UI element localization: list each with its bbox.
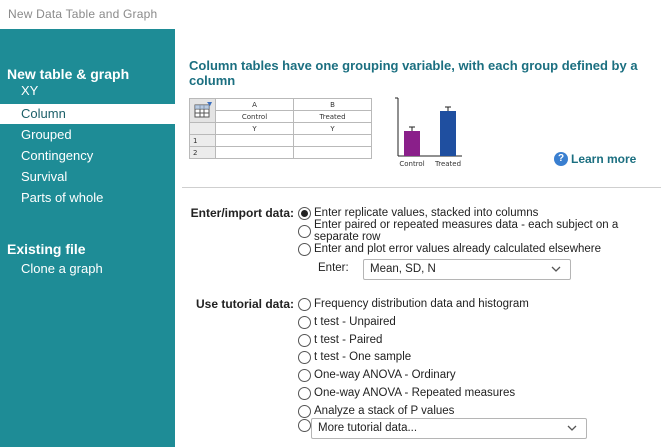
table-cell: [293, 134, 372, 147]
learn-more-link[interactable]: Learn more: [571, 152, 636, 166]
option-label: Enter paired or repeated measures data -…: [314, 219, 619, 243]
radio-tutorial-p-values[interactable]: Analyze a stack of P values: [298, 403, 454, 419]
subheader-corner: [189, 122, 216, 135]
col-name-control: Control: [215, 110, 294, 123]
new-table-heading: New table & graph: [7, 66, 130, 82]
option-label: One-way ANOVA - Ordinary: [314, 369, 456, 381]
chevron-down-icon: [551, 266, 561, 272]
x-tick-label-treated: Treated: [434, 160, 461, 168]
option-label: t test - Unpaired: [314, 316, 396, 328]
tutorial-label: Use tutorial data:: [195, 297, 294, 311]
option-label: t test - Paired: [314, 334, 383, 346]
enter-format-value: Mean, SD, N: [370, 263, 436, 275]
enter-label: Enter:: [318, 262, 349, 274]
enter-import-label: Enter/import data:: [190, 206, 294, 220]
radio-button[interactable]: [298, 297, 311, 311]
subheader-y-b: Y: [293, 122, 372, 135]
radio-button[interactable]: [298, 206, 311, 220]
col-letter-a: A: [215, 98, 294, 111]
sidebar-item-clone-a-graph[interactable]: Clone a graph: [0, 259, 175, 279]
radio-tutorial-ttest-one-sample[interactable]: t test - One sample: [298, 349, 411, 365]
sidebar-item-contingency[interactable]: Contingency: [0, 146, 175, 166]
radio-enter-paired[interactable]: Enter paired or repeated measures data -…: [298, 219, 664, 243]
radio-button[interactable]: [298, 386, 311, 400]
radio-button[interactable]: [298, 242, 311, 256]
more-tutorial-select[interactable]: More tutorial data...: [311, 418, 587, 439]
preview-table: A B Control Treated Y Y 1 2: [189, 98, 372, 159]
radio-enter-error-values[interactable]: Enter and plot error values already calc…: [298, 241, 601, 257]
sidebar-item-xy[interactable]: XY: [0, 81, 175, 101]
bar-control: [404, 131, 420, 156]
col-letter-b: B: [293, 98, 372, 111]
table-corner: [189, 98, 216, 123]
col-name-treated: Treated: [293, 110, 372, 123]
radio-button[interactable]: [298, 418, 311, 432]
option-label: Frequency distribution data and histogra…: [314, 298, 529, 310]
radio-tutorial-anova-ordinary[interactable]: One-way ANOVA - Ordinary: [298, 367, 456, 383]
sidebar-item-survival[interactable]: Survival: [0, 167, 175, 187]
x-tick-label-control: Control: [399, 160, 424, 168]
sidebar: New table & graph XY Column Grouped Cont…: [0, 29, 175, 447]
mini-column-chart: Control Treated: [395, 97, 462, 168]
radio-button[interactable]: [298, 368, 311, 382]
option-label: One-way ANOVA - Repeated measures: [314, 387, 516, 399]
table-cell: [215, 146, 294, 159]
radio-button[interactable]: [298, 404, 311, 418]
radio-button[interactable]: [298, 315, 311, 329]
help-icon[interactable]: ?: [554, 152, 568, 166]
sidebar-item-grouped[interactable]: Grouped: [0, 125, 175, 145]
radio-tutorial-frequency[interactable]: Frequency distribution data and histogra…: [298, 296, 529, 312]
enter-format-select[interactable]: Mean, SD, N: [363, 259, 571, 280]
option-label: Analyze a stack of P values: [314, 405, 455, 417]
table-cell: [215, 134, 294, 147]
option-label: t test - One sample: [314, 351, 412, 363]
data-table-icon: [194, 101, 212, 117]
radio-tutorial-ttest-paired[interactable]: t test - Paired: [298, 332, 382, 348]
row-number: 1: [189, 134, 216, 147]
more-tutorial-value: More tutorial data...: [318, 422, 418, 434]
divider: [182, 187, 661, 188]
option-label: Enter replicate values, stacked into col…: [314, 207, 539, 219]
page-title: Column tables have one grouping variable…: [189, 58, 638, 88]
row-number: 2: [189, 146, 216, 159]
option-label: Enter and plot error values already calc…: [314, 243, 602, 255]
sidebar-item-column[interactable]: Column: [0, 104, 175, 124]
radio-tutorial-ttest-unpaired[interactable]: t test - Unpaired: [298, 314, 396, 330]
sidebar-item-parts-of-whole[interactable]: Parts of whole: [0, 188, 175, 208]
radio-tutorial-anova-repeated[interactable]: One-way ANOVA - Repeated measures: [298, 385, 515, 401]
radio-button[interactable]: [298, 350, 311, 364]
table-cell: [293, 146, 372, 159]
window-title: New Data Table and Graph: [8, 7, 158, 21]
chevron-down-icon: [567, 425, 577, 431]
existing-file-heading: Existing file: [7, 241, 86, 257]
subheader-y-a: Y: [215, 122, 294, 135]
radio-button[interactable]: [298, 333, 311, 347]
radio-button[interactable]: [298, 224, 311, 238]
bar-treated: [440, 111, 456, 156]
